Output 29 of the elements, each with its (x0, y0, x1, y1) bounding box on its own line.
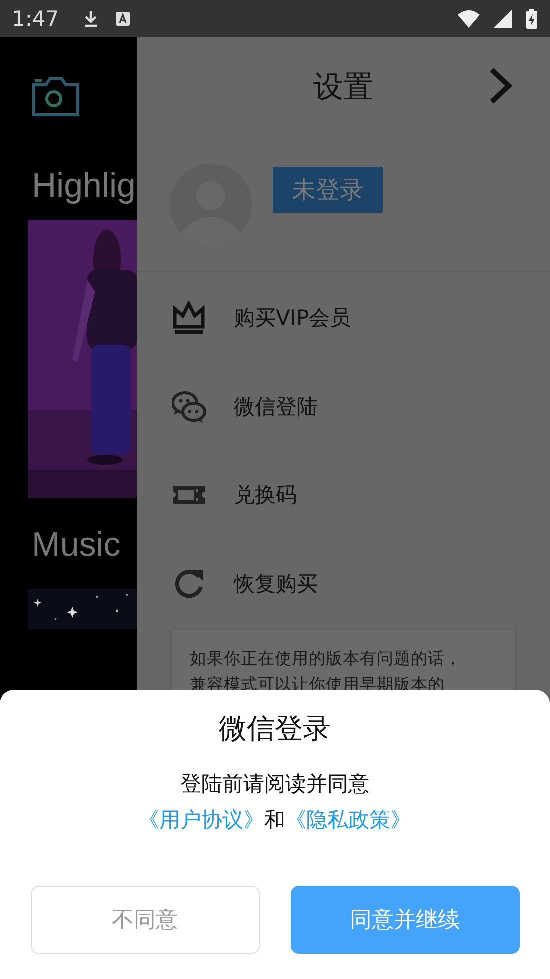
login-status-badge[interactable]: 未登录 (273, 167, 383, 213)
chevron-right-icon[interactable] (488, 67, 514, 105)
menu-item[interactable]: 恢复购买 (137, 540, 550, 628)
battery-icon (526, 8, 538, 28)
dialog-message: 登陆前请阅读并同意 (180, 771, 370, 798)
menu-item[interactable]: 兑换码 (137, 451, 550, 540)
wifi-icon (458, 10, 480, 28)
policy-link[interactable]: 《隐私政策》 (286, 808, 412, 832)
section-title: Highlig (32, 167, 137, 206)
menu-item-label: 兑换码 (234, 482, 297, 510)
status-time: 1:47 (12, 6, 60, 30)
chat-bubbles-icon (172, 390, 206, 424)
agreement-text: 《用户协议》和《隐私政策》 (138, 807, 412, 834)
font-icon (115, 10, 132, 26)
camera-icon (32, 77, 80, 117)
decline-button[interactable]: 不同意 (30, 886, 260, 954)
agree-button[interactable]: 同意并继续 (290, 886, 520, 954)
dialog-title: 微信登录 (219, 711, 331, 747)
menu-item-label: 恢复购买 (234, 570, 318, 598)
menu-item[interactable]: 购买VIP会员 (137, 274, 550, 362)
menu-item-label: 微信登陆 (234, 394, 318, 421)
crown-icon (172, 301, 206, 336)
signal-icon (494, 10, 512, 28)
drawer-title: 设置 (314, 68, 374, 106)
menu-item-label: 购买VIP会员 (234, 305, 352, 332)
menu-item[interactable]: 微信登陆 (137, 362, 550, 451)
section-title: Music (32, 526, 122, 565)
note-text: 如果你正在使用的版本有问题的话， (190, 648, 463, 670)
policy-link[interactable]: 《用户协议》 (138, 808, 264, 832)
